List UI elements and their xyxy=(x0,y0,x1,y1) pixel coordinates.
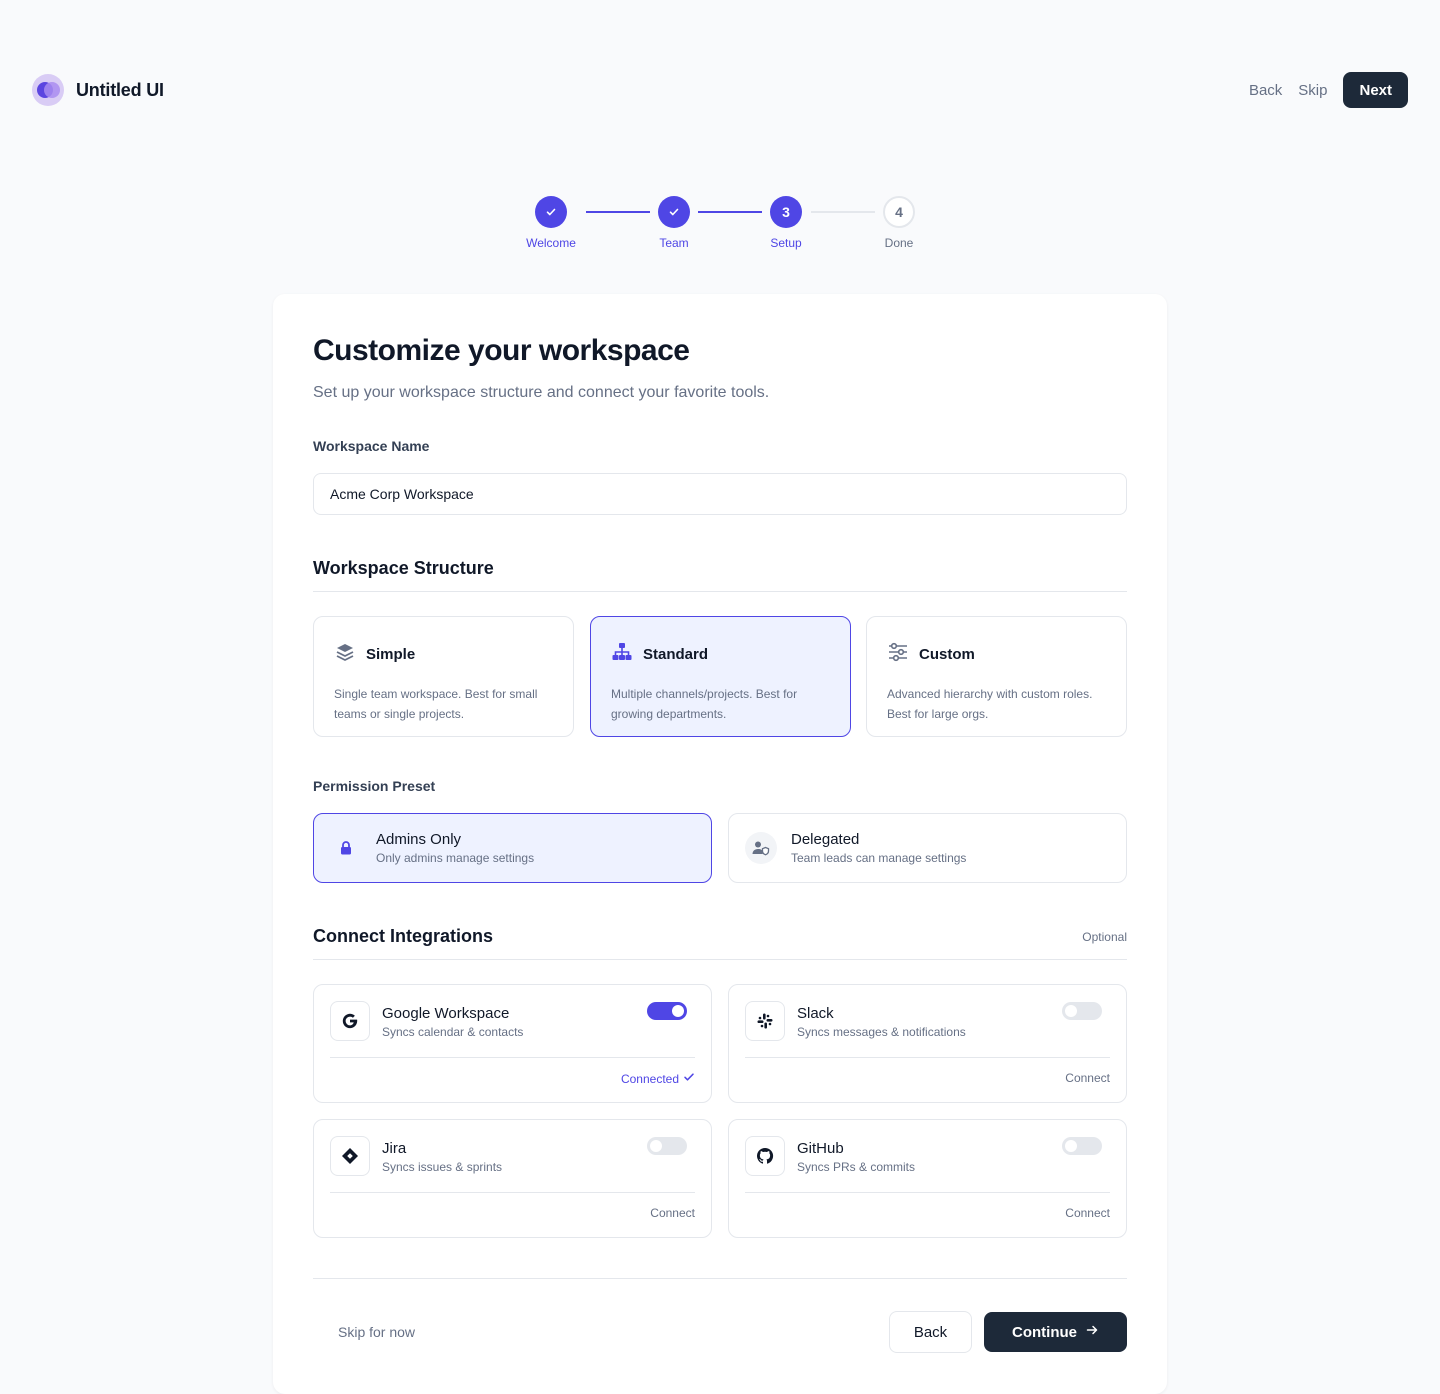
hierarchy-icon xyxy=(611,641,633,668)
status-label: Connect xyxy=(1065,1206,1110,1220)
structure-section-header: Workspace Structure xyxy=(313,558,1127,592)
card-divider xyxy=(330,1192,695,1193)
integration-status-link[interactable]: Connect xyxy=(1065,1071,1110,1085)
page-title: Customize your workspace xyxy=(313,334,690,367)
permission-option-delegated[interactable]: Delegated Team leads can manage settings xyxy=(728,813,1127,883)
structure-name: Custom xyxy=(919,646,975,663)
header-back-button[interactable]: Back xyxy=(1249,82,1282,99)
integration-card-jira: Jira Syncs issues & sprints Connect xyxy=(313,1119,712,1238)
card-divider xyxy=(745,1057,1110,1058)
step-done[interactable]: 4 Done xyxy=(859,196,939,250)
structure-option-standard[interactable]: Standard Multiple channels/projects. Bes… xyxy=(590,616,851,737)
step-label: Team xyxy=(659,236,689,250)
page-subtitle: Set up your workspace structure and conn… xyxy=(313,384,770,401)
workspace-name-input[interactable] xyxy=(313,473,1127,515)
check-icon xyxy=(658,196,690,228)
integrations-section-header: Connect Integrations Optional xyxy=(313,926,1127,960)
integration-name: Google Workspace xyxy=(382,1005,510,1022)
brand-name: Untitled UI xyxy=(76,79,164,100)
layers-icon xyxy=(334,641,356,668)
status-label: Connect xyxy=(650,1206,695,1220)
card-divider xyxy=(745,1192,1110,1193)
footer-divider xyxy=(313,1278,1127,1279)
permission-option-admins-only[interactable]: Admins Only Only admins manage settings xyxy=(313,813,712,883)
structure-name: Simple xyxy=(366,646,416,663)
integration-desc: Syncs PRs & commits xyxy=(797,1160,916,1174)
permission-name: Admins Only xyxy=(376,831,462,848)
integrations-section-title: Connect Integrations xyxy=(313,926,494,946)
permission-name: Delegated xyxy=(791,831,860,848)
permission-preset-label: Permission Preset xyxy=(313,778,436,794)
structure-option-simple[interactable]: Simple Single team workspace. Best for s… xyxy=(313,616,574,737)
step-team[interactable]: Team xyxy=(634,196,714,250)
slack-icon xyxy=(745,1001,785,1041)
github-icon xyxy=(745,1136,785,1176)
permission-desc: Team leads can manage settings xyxy=(791,851,967,865)
step-label: Setup xyxy=(770,236,802,250)
integration-card-slack: Slack Syncs messages & notifications Con… xyxy=(728,984,1127,1103)
structure-option-custom[interactable]: Custom Advanced hierarchy with custom ro… xyxy=(866,616,1127,737)
status-label: Connected xyxy=(620,1071,679,1086)
check-icon xyxy=(535,196,567,228)
step-welcome[interactable]: Welcome xyxy=(511,196,591,250)
integration-desc: Syncs issues & sprints xyxy=(382,1160,503,1174)
step-label: Welcome xyxy=(526,236,576,250)
integration-desc: Syncs messages & notifications xyxy=(797,1025,966,1039)
step-setup[interactable]: 3 Setup xyxy=(746,196,826,250)
sliders-icon xyxy=(887,641,909,668)
check-icon xyxy=(683,1071,695,1086)
jira-icon xyxy=(330,1136,370,1176)
top-bar: Untitled UI Back Skip Next xyxy=(0,0,1440,180)
structure-desc: Advanced hierarchy with custom roles. Be… xyxy=(887,687,1093,721)
structure-desc: Multiple channels/projects. Best for gro… xyxy=(611,687,798,721)
arrow-right-icon xyxy=(1085,1323,1099,1341)
integration-status-link[interactable]: Connected xyxy=(621,1071,695,1086)
integration-toggle[interactable] xyxy=(647,1002,687,1020)
integration-status-link[interactable]: Connect xyxy=(650,1206,695,1220)
structure-section-title: Workspace Structure xyxy=(313,558,494,578)
workspace-name-label: Workspace Name xyxy=(313,438,430,454)
status-label: Connect xyxy=(1065,1071,1110,1085)
integration-name: GitHub xyxy=(797,1140,844,1157)
structure-name: Standard xyxy=(643,646,709,663)
google-icon xyxy=(330,1001,370,1041)
footer-back-button[interactable]: Back xyxy=(889,1311,972,1353)
lock-icon xyxy=(330,832,362,864)
header-skip-button[interactable]: Skip xyxy=(1298,82,1327,99)
skip-for-now-button[interactable]: Skip for now xyxy=(338,1324,415,1340)
integration-name: Slack xyxy=(797,1005,834,1022)
integration-toggle[interactable] xyxy=(647,1137,687,1155)
setup-card: Customize your workspace Set up your wor… xyxy=(273,294,1167,1394)
integration-status-link[interactable]: Connect xyxy=(1065,1206,1110,1220)
integration-card-google: Google Workspace Syncs calendar & contac… xyxy=(313,984,712,1103)
user-shield-icon xyxy=(745,832,777,864)
continue-button[interactable]: Continue xyxy=(984,1312,1127,1352)
logo-icon xyxy=(32,74,64,106)
integration-card-github: GitHub Syncs PRs & commits Connect xyxy=(728,1119,1127,1238)
step-number: 3 xyxy=(770,196,802,228)
step-label: Done xyxy=(884,236,914,250)
integration-toggle[interactable] xyxy=(1062,1137,1102,1155)
card-divider xyxy=(330,1057,695,1058)
optional-badge: Optional xyxy=(1082,930,1127,944)
integration-name: Jira xyxy=(382,1140,407,1157)
permission-desc: Only admins manage settings xyxy=(376,851,535,865)
brand[interactable]: Untitled UI xyxy=(32,74,164,106)
structure-desc: Single team workspace. Best for small te… xyxy=(334,687,538,721)
continue-label: Continue xyxy=(1012,1323,1077,1341)
header-next-button[interactable]: Next xyxy=(1343,72,1408,108)
integration-toggle[interactable] xyxy=(1062,1002,1102,1020)
progress-stepper: Welcome Team 3 Setup 4 Done xyxy=(0,196,1440,256)
step-number: 4 xyxy=(883,196,915,228)
top-actions: Back Skip Next xyxy=(1249,72,1408,108)
integration-desc: Syncs calendar & contacts xyxy=(382,1025,524,1039)
